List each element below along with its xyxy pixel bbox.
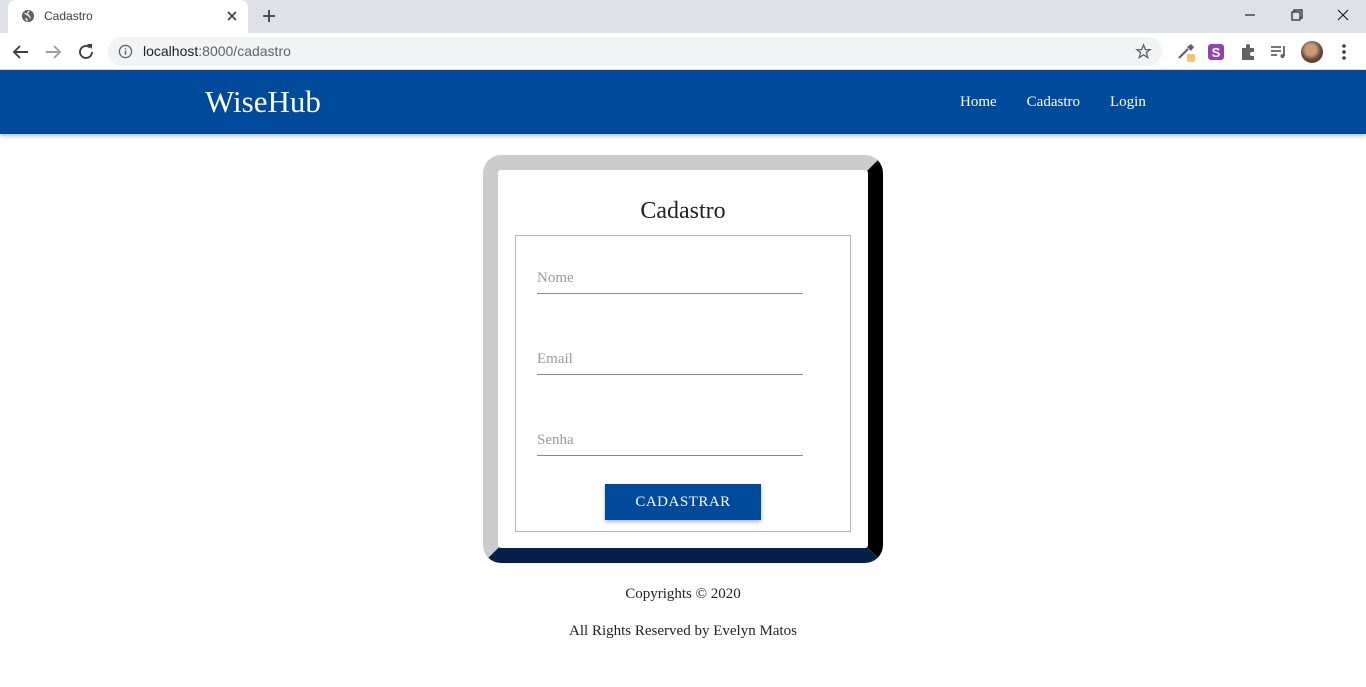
password-input[interactable] xyxy=(537,426,803,456)
url-host: localhost xyxy=(143,43,199,59)
url-text[interactable]: localhost:8000/cadastro xyxy=(143,43,291,59)
nav-link-cadastro[interactable]: Cadastro xyxy=(1027,94,1080,111)
restore-icon[interactable] xyxy=(1286,4,1308,26)
info-icon[interactable] xyxy=(118,44,133,59)
window-close-icon[interactable] xyxy=(1332,4,1354,26)
footer-rights: All Rights Reserved by Evelyn Matos xyxy=(569,623,797,639)
minimize-icon[interactable] xyxy=(1239,4,1261,26)
name-input[interactable] xyxy=(537,264,803,294)
nav-link-login[interactable]: Login xyxy=(1110,94,1146,111)
arrow-right-icon[interactable] xyxy=(42,41,64,63)
s-extension-icon[interactable]: S xyxy=(1205,41,1227,63)
browser-tab-strip: Cadastro xyxy=(0,0,1366,33)
arrow-left-icon[interactable] xyxy=(10,41,32,63)
media-queue-icon[interactable] xyxy=(1268,41,1290,63)
tab-title: Cadastro xyxy=(44,9,93,23)
address-bar[interactable]: localhost:8000/cadastro xyxy=(108,37,1162,66)
nav-link-home[interactable]: Home xyxy=(960,94,997,111)
close-icon[interactable] xyxy=(224,8,240,24)
url-path: :8000/cadastro xyxy=(198,43,291,59)
profile-avatar[interactable] xyxy=(1301,41,1323,63)
footer-copyright: Copyrights © 2020 xyxy=(625,586,741,602)
reload-icon[interactable] xyxy=(75,41,97,63)
svg-text:S: S xyxy=(1212,45,1221,60)
site-navbar: WiseHub Home Cadastro Login xyxy=(0,70,1366,134)
plus-icon[interactable] xyxy=(260,7,278,25)
registration-form: CADASTRAR xyxy=(515,235,851,532)
kebab-menu-icon[interactable] xyxy=(1333,41,1355,63)
registration-card: Cadastro CADASTRAR xyxy=(483,155,883,563)
globe-icon xyxy=(21,9,35,23)
nav-links: Home Cadastro Login xyxy=(960,94,1176,111)
browser-toolbar: localhost:8000/cadastro S xyxy=(0,33,1366,70)
star-icon[interactable] xyxy=(1135,43,1152,60)
eyedropper-icon[interactable] xyxy=(1175,41,1197,63)
form-title: Cadastro xyxy=(640,198,726,224)
puzzle-icon[interactable] xyxy=(1237,41,1259,63)
email-input[interactable] xyxy=(537,345,803,375)
register-button[interactable]: CADASTRAR xyxy=(605,484,761,520)
brand-logo[interactable]: WiseHub xyxy=(205,84,321,120)
browser-tab[interactable]: Cadastro xyxy=(8,0,248,33)
